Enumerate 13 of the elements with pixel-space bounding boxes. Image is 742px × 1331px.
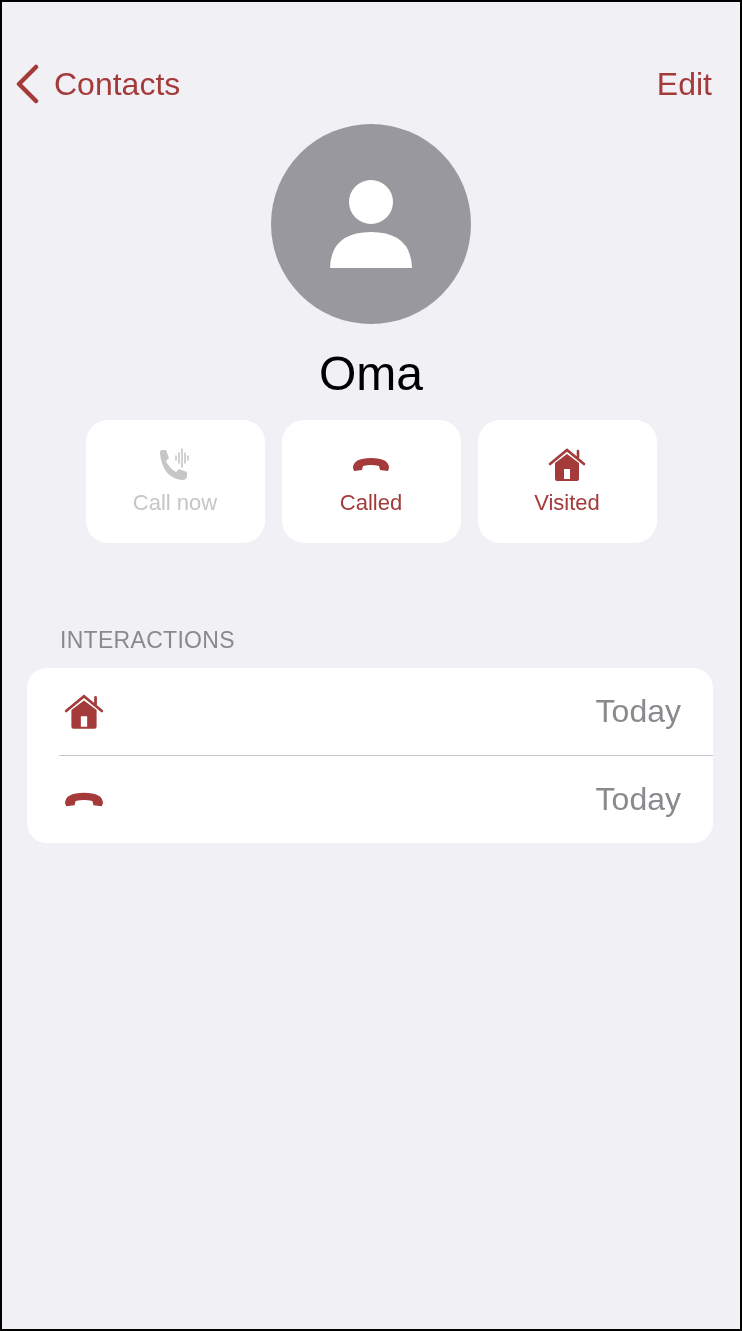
interaction-date: Today [595,693,681,730]
edit-button[interactable]: Edit [656,65,712,103]
interaction-date: Today [595,781,681,818]
visited-button[interactable]: Visited [477,420,657,543]
chevron-left-icon [14,64,40,104]
called-button[interactable]: Called [281,420,461,543]
house-icon [63,693,105,730]
back-button[interactable]: Contacts [14,64,181,104]
house-icon [547,447,587,482]
contact-name: Oma [318,346,424,402]
avatar-icon [271,124,471,324]
back-label: Contacts [54,65,181,103]
section-header: INTERACTIONS [60,627,236,654]
